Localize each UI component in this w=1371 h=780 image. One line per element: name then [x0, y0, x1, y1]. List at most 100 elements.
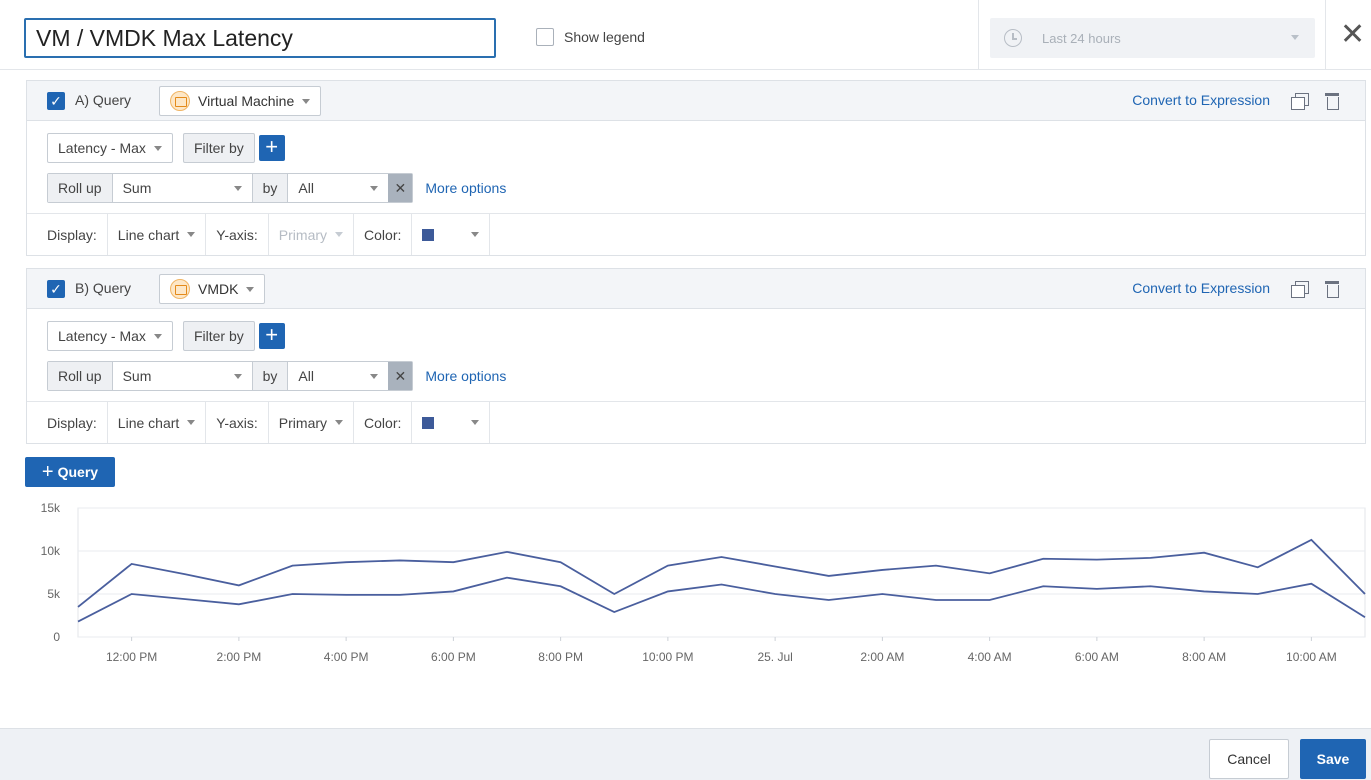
rollup-group: Roll up Sum by All ✕	[47, 173, 414, 203]
y-tick-label: 15k	[41, 501, 61, 515]
chevron-down-icon	[335, 232, 344, 237]
y-tick-label: 5k	[47, 587, 61, 601]
chevron-down-icon	[187, 420, 196, 425]
header-divider	[978, 0, 979, 70]
group-by-value: All	[298, 180, 314, 196]
widget-title-input[interactable]	[24, 18, 496, 58]
convert-to-expression-link[interactable]: Convert to Expression	[1132, 92, 1270, 108]
metric-label: Latency - Max	[58, 140, 146, 156]
plot-area	[77, 507, 1366, 638]
chevron-down-icon	[233, 185, 242, 191]
convert-to-expression-link[interactable]: Convert to Expression	[1132, 280, 1270, 296]
color-label: Color:	[354, 402, 413, 443]
query-b-header: ✓ B) Query VMDK Convert to Expression	[27, 269, 1365, 309]
object-type-label: VMDK	[198, 281, 239, 297]
query-a-object-select[interactable]: Virtual Machine	[159, 86, 322, 116]
color-select[interactable]	[412, 214, 491, 255]
add-query-button[interactable]: + Query	[25, 457, 115, 487]
duplicate-icon[interactable]	[1291, 281, 1309, 298]
chevron-down-icon	[1291, 35, 1299, 40]
x-tick-label: 4:00 PM	[324, 650, 369, 664]
clock-icon	[1004, 29, 1022, 47]
group-by-value: All	[298, 368, 314, 384]
by-label: by	[252, 362, 289, 390]
series-line-a	[77, 538, 1366, 608]
vmdk-icon	[170, 279, 190, 299]
color-swatch	[422, 228, 435, 241]
metric-label: Latency - Max	[58, 328, 146, 344]
query-b-checkbox[interactable]: ✓	[47, 280, 65, 298]
time-range-label: Last 24 hours	[1042, 30, 1121, 46]
clear-rollup-icon[interactable]: ✕	[388, 174, 413, 202]
filter-by-button[interactable]: Filter by	[182, 133, 255, 163]
more-options-link[interactable]: More options	[425, 368, 506, 384]
metric-select[interactable]: Latency - Max	[47, 133, 173, 163]
cancel-button[interactable]: Cancel	[1209, 739, 1289, 779]
query-b-display-row: Display: Line chart Y-axis: Primary Colo…	[27, 401, 1365, 443]
yaxis-value: Primary	[278, 226, 328, 243]
y-tick-label: 0	[53, 630, 60, 644]
x-tick-label: 10:00 PM	[642, 650, 693, 664]
add-filter-button[interactable]: +	[258, 323, 285, 349]
time-range-select[interactable]: Last 24 hours	[990, 18, 1315, 58]
query-a-display-row: Display: Line chart Y-axis: Primary Colo…	[27, 213, 1365, 255]
rollup-group: Roll up Sum by All ✕	[47, 361, 414, 391]
header-divider	[1325, 0, 1326, 70]
rollup-value: Sum	[122, 368, 152, 384]
yaxis-select[interactable]: Primary	[269, 214, 355, 255]
trash-icon[interactable]	[1325, 92, 1339, 110]
query-panel-a: ✓ A) Query Virtual Machine Convert to Ex…	[26, 80, 1366, 256]
filter-by-label: Filter by	[193, 140, 244, 156]
filter-by-label: Filter by	[193, 328, 244, 344]
chevron-down-icon	[153, 145, 162, 151]
chevron-down-icon	[370, 185, 379, 191]
x-tick-label: 12:00 PM	[106, 650, 157, 664]
duplicate-icon[interactable]	[1291, 93, 1309, 110]
display-type-select[interactable]: Line chart	[108, 402, 207, 443]
close-icon[interactable]: ✕	[1340, 20, 1365, 50]
color-select[interactable]	[412, 402, 491, 443]
query-b-label: B) Query	[75, 280, 132, 296]
query-b-metric-row: Latency - Max Filter by +	[47, 321, 285, 351]
yaxis-select[interactable]: Primary	[269, 402, 355, 443]
chevron-down-icon	[233, 373, 242, 379]
object-type-label: Virtual Machine	[198, 93, 295, 109]
query-b-rollup-row: Roll up Sum by All ✕ More options	[47, 361, 506, 391]
chevron-down-icon	[471, 232, 480, 237]
chevron-down-icon	[153, 333, 162, 339]
show-legend-checkbox[interactable]	[536, 28, 554, 46]
rollup-select[interactable]: Sum	[113, 174, 253, 202]
series-line-b	[77, 576, 1366, 623]
yaxis-value: Primary	[278, 414, 328, 431]
trash-icon[interactable]	[1325, 280, 1339, 298]
chevron-down-icon	[246, 286, 255, 292]
query-b-object-select[interactable]: VMDK	[159, 274, 266, 304]
rollup-value: Sum	[122, 180, 152, 196]
yaxis-label: Y-axis:	[206, 402, 269, 443]
chevron-down-icon	[187, 232, 196, 237]
group-by-select[interactable]: All	[288, 362, 388, 390]
show-legend-toggle[interactable]: Show legend	[536, 28, 645, 46]
display-label: Display:	[27, 402, 108, 443]
y-tick-label: 10k	[41, 544, 61, 558]
filter-by-button[interactable]: Filter by	[182, 321, 255, 351]
add-filter-button[interactable]: +	[258, 135, 285, 161]
display-type-value: Line chart	[117, 414, 180, 431]
clear-rollup-icon[interactable]: ✕	[388, 362, 413, 390]
plus-icon: +	[41, 460, 54, 483]
group-by-select[interactable]: All	[288, 174, 388, 202]
metric-select[interactable]: Latency - Max	[47, 321, 173, 351]
query-a-label: A) Query	[75, 92, 132, 108]
query-a-checkbox[interactable]: ✓	[47, 92, 65, 110]
query-panel-b: ✓ B) Query VMDK Convert to Expression La…	[26, 268, 1366, 444]
display-label: Display:	[27, 214, 108, 255]
x-tick-label: 4:00 AM	[968, 650, 1012, 664]
more-options-link[interactable]: More options	[425, 180, 506, 196]
display-type-select[interactable]: Line chart	[108, 214, 207, 255]
query-a-metric-row: Latency - Max Filter by +	[47, 133, 285, 163]
query-a-header: ✓ A) Query Virtual Machine Convert to Ex…	[27, 81, 1365, 121]
save-button[interactable]: Save	[1300, 739, 1366, 779]
x-tick-label: 8:00 PM	[538, 650, 583, 664]
rollup-select[interactable]: Sum	[113, 362, 253, 390]
x-tick-label: 8:00 AM	[1182, 650, 1226, 664]
